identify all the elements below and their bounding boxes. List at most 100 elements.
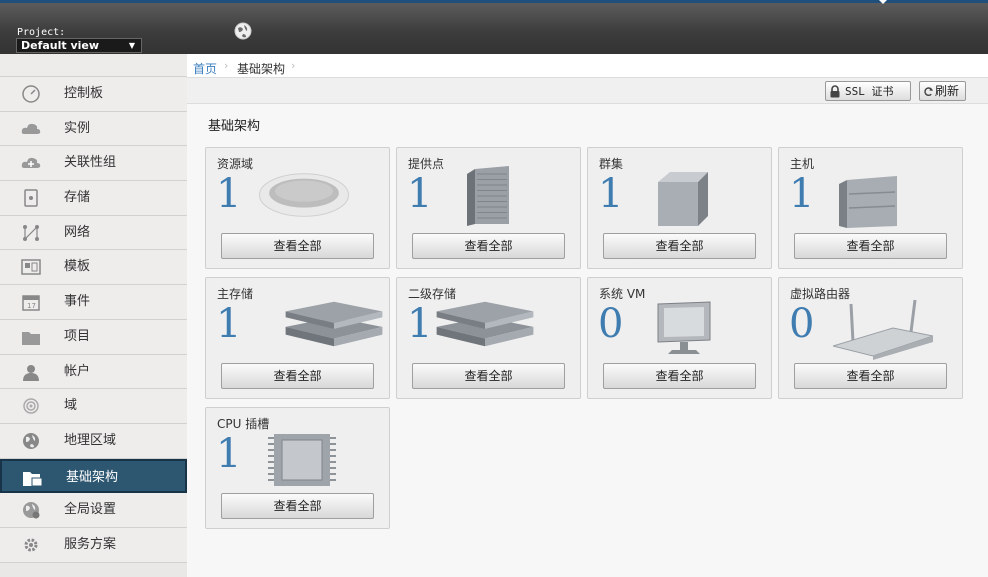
host-illustration xyxy=(839,176,897,228)
sidebar-item-global-settings[interactable]: 全局设置 xyxy=(0,493,187,528)
globe-icon[interactable] xyxy=(234,22,252,40)
sidebar-item-label: 域 xyxy=(64,398,78,414)
refresh-button[interactable]: 刷新 xyxy=(919,81,966,101)
primary-storage-illustration xyxy=(285,301,383,347)
user-icon xyxy=(23,364,39,381)
card-count: 1 xyxy=(789,171,815,217)
sidebar-item-storage[interactable]: 存储 xyxy=(0,181,187,216)
sidebar-item-label: 全局设置 xyxy=(64,502,117,518)
breadcrumb-home-link[interactable]: 首页 xyxy=(193,60,217,77)
header-accent-line xyxy=(0,0,988,3)
sidebar-item-label: 实例 xyxy=(64,120,91,136)
domain-icon xyxy=(23,398,39,414)
pod-illustration xyxy=(467,166,509,226)
card-count: 0 xyxy=(789,301,815,347)
global-settings-icon xyxy=(23,502,40,519)
refresh-icon xyxy=(924,87,934,97)
sidebar-spacer xyxy=(0,54,187,77)
network-icon xyxy=(23,224,39,241)
chevron-down-icon: ▼ xyxy=(128,41,135,50)
infra-card-zone: 资源域 1 查看全部 xyxy=(205,147,390,269)
view-all-button[interactable]: 查看全部 xyxy=(794,363,947,389)
refresh-button-label: 刷新 xyxy=(935,84,960,98)
infra-card-virtual-router: 虚拟路由器 0 查看全部 xyxy=(778,277,963,399)
template-icon xyxy=(21,259,41,276)
card-count: 1 xyxy=(216,431,242,477)
chevron-right-icon: › xyxy=(224,59,229,72)
project-select-value: Default view xyxy=(21,39,100,52)
lock-icon xyxy=(830,85,840,98)
secondary-storage-illustration xyxy=(436,301,534,347)
sidebar-item-label: 地理区域 xyxy=(64,432,117,448)
folder-icon xyxy=(22,331,40,345)
view-all-button[interactable]: 查看全部 xyxy=(412,363,565,389)
infra-card-cluster: 群集 1 查看全部 xyxy=(587,147,772,269)
ssl-certificate-button[interactable]: SSL 证书 xyxy=(825,81,911,101)
sidebar-item-label: 网络 xyxy=(64,224,91,240)
sidebar-item-calendar[interactable]: 17 事件 xyxy=(0,285,187,320)
storage-icon xyxy=(24,189,38,207)
card-count: 1 xyxy=(407,171,433,217)
infra-card-cpu-socket: CPU 插槽 1 查看全部 xyxy=(205,407,390,529)
gear-icon xyxy=(24,538,38,552)
toolbar: SSL 证书 刷新 xyxy=(187,78,988,104)
view-all-button[interactable]: 查看全部 xyxy=(603,363,756,389)
header-notch xyxy=(879,0,887,4)
card-count: 1 xyxy=(216,171,242,217)
chevron-right-icon: › xyxy=(291,59,296,72)
sidebar-item-template[interactable]: 模板 xyxy=(0,250,187,286)
dashboard-icon xyxy=(22,85,40,103)
infra-card-system-vm: 系统 VM 0 查看全部 xyxy=(587,277,772,399)
view-all-button[interactable]: 查看全部 xyxy=(221,233,374,259)
view-all-button[interactable]: 查看全部 xyxy=(603,233,756,259)
sidebar-item-user[interactable]: 帐户 xyxy=(0,354,187,390)
sidebar-item-infrastructure[interactable]: 基础架构 xyxy=(0,458,187,494)
sidebar: 控制板实例关联性组存储网络模板 17 事件项目帐户域地理区域基础架构全局设置服务方案 xyxy=(0,54,187,577)
infra-card-primary-storage: 主存储 1 查看全部 xyxy=(205,277,390,399)
affinity-icon xyxy=(21,158,41,169)
project-select[interactable]: Default view ▼ xyxy=(16,38,142,53)
view-all-button[interactable]: 查看全部 xyxy=(412,233,565,259)
svg-text:17: 17 xyxy=(27,302,36,310)
infrastructure-icon xyxy=(23,471,43,487)
sidebar-item-affinity[interactable]: 关联性组 xyxy=(0,146,187,182)
view-all-button[interactable]: 查看全部 xyxy=(221,493,374,519)
infrastructure-content: 基础架构 资源域 1 查看全部 提供点 1 查看全部 群集 1 查看全部 主机 1 查看全部 主存储 1 查… xyxy=(187,104,988,577)
cpu-socket-illustration xyxy=(268,434,336,486)
sidebar-item-label: 基础架构 xyxy=(66,469,119,485)
infra-card-pod: 提供点 1 查看全部 xyxy=(396,147,581,269)
cloud-icon xyxy=(21,123,41,134)
section-title: 基础架构 xyxy=(208,119,261,134)
sidebar-item-domain[interactable]: 域 xyxy=(0,389,187,424)
sidebar-item-label: 存储 xyxy=(64,190,91,206)
globe-icon xyxy=(23,432,39,449)
card-count: 1 xyxy=(407,301,433,347)
sidebar-item-network[interactable]: 网络 xyxy=(0,215,187,251)
calendar-icon: 17 xyxy=(22,295,40,311)
sidebar-item-label: 控制板 xyxy=(64,86,104,101)
view-all-button[interactable]: 查看全部 xyxy=(221,363,374,389)
sidebar-item-label: 帐户 xyxy=(64,363,91,379)
project-label: Project: xyxy=(17,27,66,38)
sidebar-item-label: 项目 xyxy=(64,328,91,344)
sidebar-item-label: 关联性组 xyxy=(64,155,117,171)
card-count: 1 xyxy=(598,171,624,217)
infra-card-secondary-storage: 二级存储 1 查看全部 xyxy=(396,277,581,399)
zone-illustration xyxy=(259,173,349,217)
ssl-button-label: SSL 证书 xyxy=(845,85,894,98)
sidebar-item-folder[interactable]: 项目 xyxy=(0,319,187,355)
sidebar-item-label: 事件 xyxy=(64,294,91,310)
sidebar-item-label: 服务方案 xyxy=(64,536,117,552)
top-header: Project: Default view ▼ xyxy=(0,0,988,54)
main-panel: 首页 › 基础架构 › SSL 证书 刷新 基础架构 资源域 1 查看全部 提供点 1 查… xyxy=(187,54,988,577)
cluster-illustration xyxy=(658,172,708,226)
sidebar-item-dashboard[interactable]: 控制板 xyxy=(0,77,187,112)
system-vm-illustration xyxy=(657,301,711,354)
sidebar-item-cloud[interactable]: 实例 xyxy=(0,111,187,147)
breadcrumb: 首页 › 基础架构 › xyxy=(187,54,988,78)
infra-card-host: 主机 1 查看全部 xyxy=(778,147,963,269)
view-all-button[interactable]: 查看全部 xyxy=(794,233,947,259)
sidebar-item-gear[interactable]: 服务方案 xyxy=(0,527,187,563)
sidebar-item-globe[interactable]: 地理区域 xyxy=(0,423,187,459)
card-count: 1 xyxy=(216,301,242,347)
